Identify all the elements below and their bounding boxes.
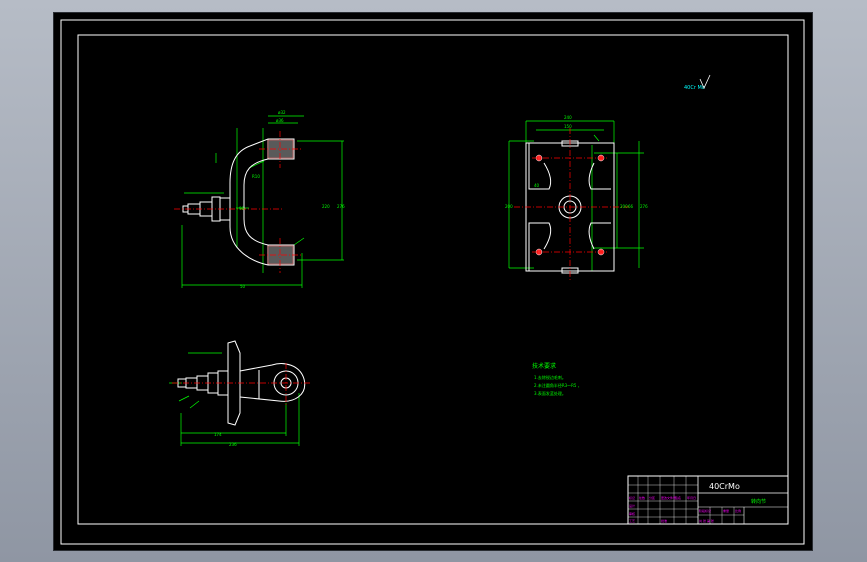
tb-process: 工艺: [629, 518, 635, 523]
tb-row-mark: 标记: [629, 495, 635, 500]
tb-review: 审核: [629, 511, 635, 516]
surface-roughness-note: 40Cr Mo: [684, 74, 711, 91]
tb-design: 设计: [629, 503, 635, 508]
tech-req-title: 技术要求: [532, 362, 556, 370]
side-view: 240 150 200 40 200 66 276: [505, 115, 648, 281]
title-block-part-name: 转向节: [751, 498, 766, 505]
dim-r10: R10: [252, 174, 260, 179]
dim-200-right: 200: [620, 204, 628, 209]
tb-stage: 阶段标记: [699, 508, 711, 513]
dim-220: 220: [322, 204, 330, 209]
roughness-text: 40Cr Mo: [684, 85, 705, 91]
dim-240: 240: [564, 115, 572, 120]
tech-req-line-3: 3.表面发蓝处理。: [534, 390, 566, 396]
tb-row-date: 年月日: [687, 495, 696, 500]
tb-row-change-doc: 更改文件号: [661, 495, 676, 500]
tb-row-zone: 分区: [649, 495, 655, 500]
dim-50: 50: [240, 284, 246, 289]
drawing-canvas: 40Cr Mo ø32 ø36 R10 96 220 276 50 240 15…: [60, 19, 805, 545]
technical-requirements: 技术要求 1.去除锐边毛刺。 2.未注圆角半径R3～R5 ， 3.表面发蓝处理。: [532, 362, 582, 396]
bottom-view: 174 236: [169, 340, 312, 447]
title-block-material: 40CrMo: [709, 482, 740, 491]
tb-approve: 批准: [661, 518, 667, 523]
dim-40: 40: [534, 183, 540, 188]
dim-200-left: 200: [505, 204, 513, 209]
dim-150: 150: [564, 124, 572, 129]
dim-174: 174: [214, 432, 222, 437]
tb-sheet: 共 张 第 张: [699, 518, 714, 523]
tb-weight: 重量: [723, 508, 729, 513]
dim-phi32: ø32: [278, 110, 286, 115]
tech-req-line-1: 1.去除锐边毛刺。: [534, 374, 566, 380]
tb-row-signature: 签名: [675, 495, 681, 500]
outer-border: [60, 19, 805, 545]
cad-drawing-viewport[interactable]: 40Cr Mo ø32 ø36 R10 96 220 276 50 240 15…: [54, 13, 812, 550]
title-block: 40CrMo 转向节 标记 处数 分区 更改文件号 签名 年月日 设计 审核 工…: [627, 475, 789, 525]
dim-236: 236: [229, 442, 237, 447]
tech-req-line-2: 2.未注圆角半径R3～R5 ，: [534, 382, 582, 388]
dim-276: 276: [337, 204, 345, 209]
tb-scale: 比例: [735, 508, 741, 513]
tb-row-count: 处数: [639, 495, 645, 500]
inner-frame: [77, 34, 789, 525]
dim-276-right: 276: [640, 204, 648, 209]
front-view: ø32 ø36 R10 96 220 276 50: [174, 110, 345, 289]
dim-96: 96: [239, 206, 245, 211]
dim-66: 66: [628, 204, 634, 209]
dim-phi36: ø36: [276, 118, 284, 123]
